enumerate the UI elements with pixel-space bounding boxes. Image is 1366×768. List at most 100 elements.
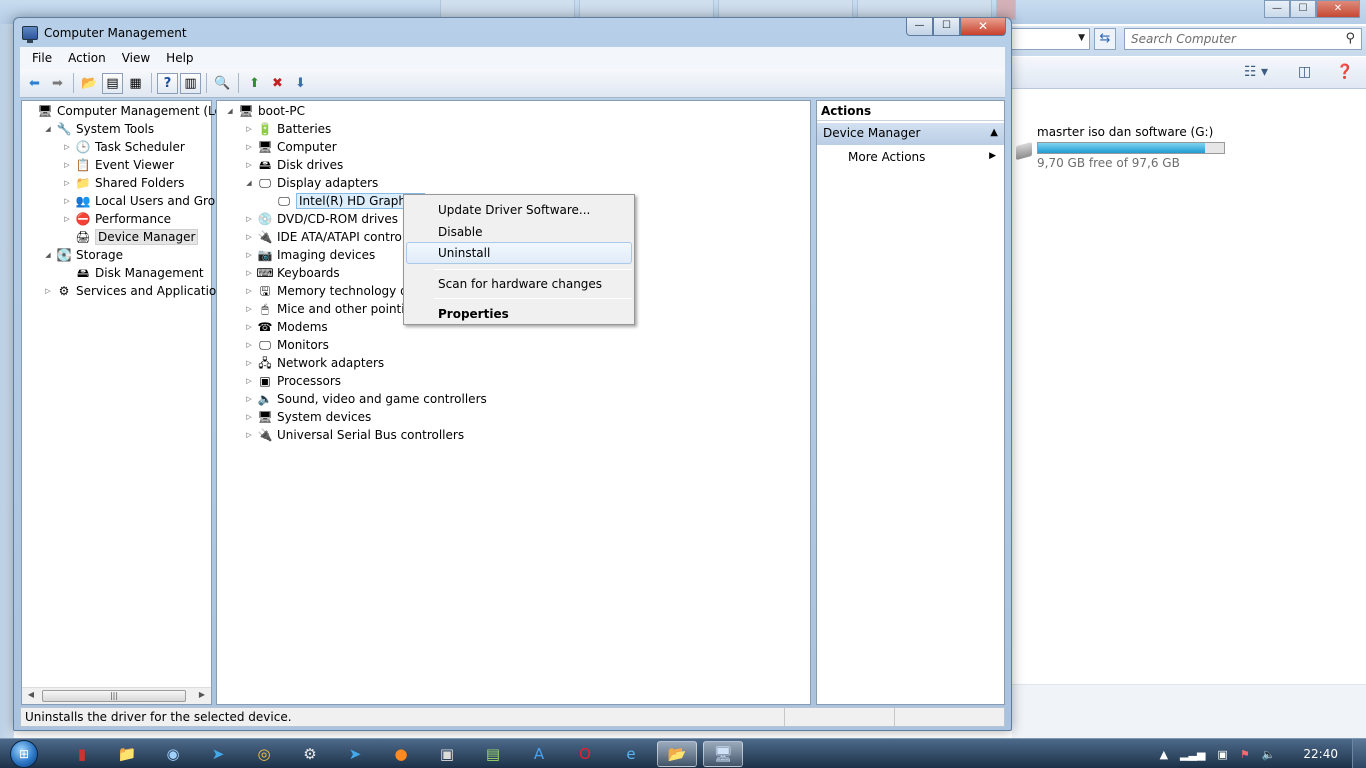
console-tree-node[interactable]: ▷ 📁 Shared Folders [62,174,184,192]
expand-arrow-icon[interactable]: ▷ [244,359,254,367]
expand-arrow-icon[interactable]: ▷ [244,377,254,385]
view-options-icon[interactable]: ☷ ▾ [1244,64,1268,80]
update-driver-menu-item[interactable]: Update Driver Software... [406,199,632,221]
device-tree-node[interactable]: ◢ 🖥 boot-PC [225,102,305,120]
expand-arrow-icon[interactable]: ▷ [244,287,254,295]
device-tree-node[interactable]: ▷ 🔋 Batteries [244,120,331,138]
taskbar-app-icon[interactable]: ⚙ [290,741,330,767]
console-tree-node[interactable]: 🖴 Disk Management [62,264,204,282]
taskbar-app-icon[interactable]: ◉ [153,741,193,767]
actions-section-device-manager[interactable]: Device Manager ▲ [817,123,1004,145]
refresh-button[interactable]: ⇆ [1094,28,1116,50]
action-center-icon[interactable]: ⚑ [1240,748,1250,761]
signal-icon[interactable]: ▂▃▅ [1180,748,1205,761]
drive-item[interactable]: masrter iso dan software (G:) 9,70 GB fr… [1012,122,1366,182]
device-tree-node[interactable]: 🖵 Intel(R) HD Graphics [263,192,426,210]
scrollbar-thumb[interactable]: ||| [42,690,186,702]
console-tree-node[interactable]: ▷ ⚙ Services and Applications [43,282,230,300]
taskbar-app-icon[interactable]: ▤ [473,741,513,767]
show-hide-console-tree-icon[interactable]: ▤ [102,72,123,94]
console-tree-node[interactable]: 🖨 Device Manager [62,228,199,246]
collapse-arrow-icon[interactable]: ▲ [990,127,998,138]
collapse-arrow-icon[interactable]: ◢ [43,125,53,133]
device-tree-node[interactable]: ▷ 🔌 IDE ATA/ATAPI controll [244,228,408,246]
address-dropdown[interactable]: ▼ [1012,28,1090,50]
computer-management-taskbar-icon[interactable]: 🖥 [703,741,743,767]
console-tree-node[interactable]: ▷ 👥 Local Users and Groups [62,192,236,210]
chrome-taskbar-icon[interactable]: ◎ [244,741,284,767]
help-icon[interactable]: ? [157,72,178,94]
preview-pane-icon[interactable]: ◫ [1298,64,1311,80]
uninstall-icon[interactable]: ✖ [267,73,288,94]
back-arrow-icon[interactable]: ⬅ [24,73,45,94]
console-tree-node[interactable]: 🖥 Computer Management (Local [24,102,239,120]
show-hidden-icons-icon[interactable]: ▲ [1160,748,1168,761]
collapse-arrow-icon[interactable]: ◢ [225,107,235,115]
help-icon[interactable]: ❓ [1336,64,1353,80]
device-tree-node[interactable]: ▷ 📷 Imaging devices [244,246,375,264]
expand-arrow-icon[interactable]: ▷ [62,215,72,223]
horizontal-scrollbar[interactable]: ◀ ||| ▶ [22,687,211,704]
expand-arrow-icon[interactable]: ▷ [244,413,254,421]
console-tree-node[interactable]: ◢ 💽 Storage [43,246,123,264]
device-tree-node[interactable]: ▷ ⌨ Keyboards [244,264,339,282]
expand-arrow-icon[interactable]: ▷ [244,395,254,403]
device-tree-node[interactable]: ▷ ☎ Modems [244,318,327,336]
telegram-taskbar-icon[interactable]: ➤ [198,741,238,767]
forward-arrow-icon[interactable]: ➡ [47,73,68,94]
expand-arrow-icon[interactable]: ▷ [244,233,254,241]
device-tree-node[interactable]: ▷ 🔌 Universal Serial Bus controllers [244,426,464,444]
console-tree-node[interactable]: ▷ 🕒 Task Scheduler [62,138,185,156]
expand-arrow-icon[interactable]: ▷ [43,287,53,295]
background-close-button[interactable]: ✕ [1316,0,1360,18]
expand-arrow-icon[interactable]: ▷ [244,341,254,349]
start-button[interactable]: ⊞ [4,739,44,768]
expand-arrow-icon[interactable]: ▷ [244,161,254,169]
export-list-icon[interactable]: ▦ [125,73,146,94]
device-tree-node[interactable]: ▷ 💿 DVD/CD-ROM drives [244,210,398,228]
collapse-arrow-icon[interactable]: ◢ [244,179,254,187]
expand-arrow-icon[interactable]: ▷ [244,431,254,439]
taskbar-clock[interactable]: 22:40 [1303,747,1338,761]
scroll-left-icon[interactable]: ◀ [25,690,37,702]
volume-icon[interactable]: 🔈 [1262,748,1276,761]
console-tree-node[interactable]: ▷ ⛔ Performance [62,210,171,228]
explorer-active-taskbar-icon[interactable]: 📂 [657,741,697,767]
taskbar-app-icon[interactable]: A [519,741,559,767]
expand-arrow-icon[interactable]: ▷ [244,251,254,259]
telegram-taskbar-icon[interactable]: ➤ [335,741,375,767]
console-tree-node[interactable]: ◢ 🔧 System Tools [43,120,154,138]
device-tree-node[interactable]: ▷ 🖱 Mice and other pointing [244,300,420,318]
close-button[interactable]: ✕ [960,18,1006,36]
background-minimize-button[interactable]: — [1264,0,1290,18]
menu-file[interactable]: File [24,51,60,65]
expand-arrow-icon[interactable]: ▷ [62,143,72,151]
update-driver-icon[interactable]: ⬆ [244,73,265,94]
device-tree-node[interactable]: ▷ 🔈 Sound, video and game controllers [244,390,486,408]
device-tree-node[interactable]: ▷ 🖧 Network adapters [244,354,384,372]
device-tree-node[interactable]: ▷ 🖥 Computer [244,138,336,156]
menu-view[interactable]: View [114,51,158,65]
internet-explorer-taskbar-icon[interactable]: e [611,741,651,767]
taskbar-app-icon[interactable]: ▮ [62,741,102,767]
device-tree-node[interactable]: ▷ 🖫 Memory technology dri [244,282,416,300]
device-tree-node[interactable]: ▷ 🖴 Disk drives [244,156,343,174]
expand-arrow-icon[interactable]: ▷ [244,143,254,151]
firefox-taskbar-icon[interactable]: ● [381,741,421,767]
menu-action[interactable]: Action [60,51,114,65]
opera-taskbar-icon[interactable]: O [565,741,605,767]
more-actions-item[interactable]: More Actions ▶ [817,148,1004,168]
expand-arrow-icon[interactable]: ▷ [62,197,72,205]
background-maximize-button[interactable]: ☐ [1290,0,1316,18]
maximize-button[interactable]: ☐ [933,18,960,36]
console-tree-node[interactable]: ▷ 📋 Event Viewer [62,156,174,174]
expand-arrow-icon[interactable]: ▷ [62,161,72,169]
device-tree-node[interactable]: ▷ ▣ Processors [244,372,341,390]
expand-arrow-icon[interactable]: ▷ [244,269,254,277]
scan-hardware-icon[interactable]: 🔍 [212,73,233,94]
collapse-arrow-icon[interactable]: ◢ [43,251,53,259]
device-tree-node[interactable]: ▷ 🖥 System devices [244,408,371,426]
expand-arrow-icon[interactable]: ▷ [244,323,254,331]
scan-hardware-menu-item[interactable]: Scan for hardware changes [406,273,632,295]
enable-device-icon[interactable]: ⬇ [290,73,311,94]
